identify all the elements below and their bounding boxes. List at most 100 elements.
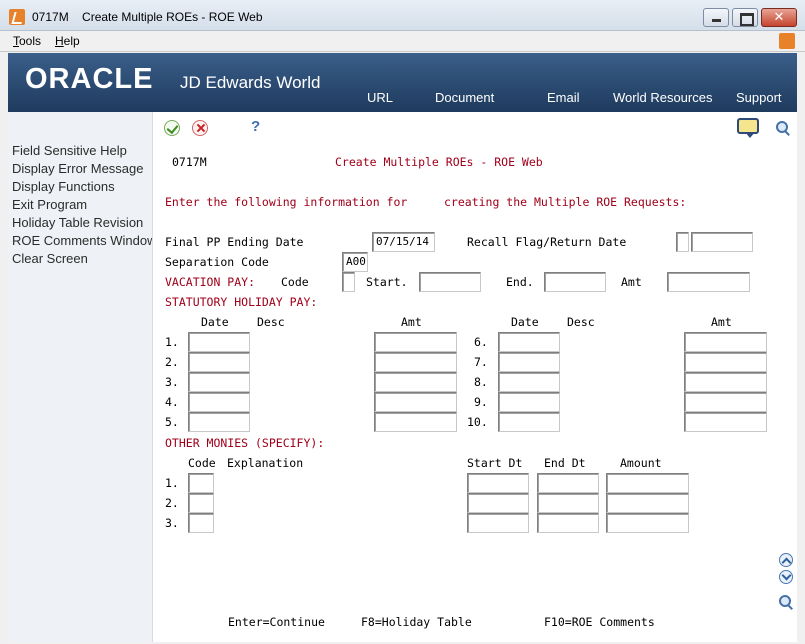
stat-amt-input[interactable] bbox=[374, 392, 457, 412]
stat-amt-header-left: Amt bbox=[401, 315, 422, 329]
stat-date-input[interactable] bbox=[498, 412, 560, 432]
vacation-start-label: Start. bbox=[366, 275, 408, 289]
other-amount-input[interactable] bbox=[606, 493, 689, 513]
other-end-input[interactable] bbox=[537, 493, 599, 513]
stat-date-input[interactable] bbox=[498, 352, 560, 372]
fkey-f8[interactable]: F8=Holiday Table bbox=[361, 615, 472, 629]
stat-amt-input[interactable] bbox=[684, 372, 767, 392]
vacation-amt-input[interactable] bbox=[667, 272, 750, 292]
stat-date-input[interactable] bbox=[188, 372, 250, 392]
menu-bar: Tools Help bbox=[0, 31, 805, 52]
product-name: JD Edwards World bbox=[180, 73, 321, 92]
other-end-input[interactable] bbox=[537, 513, 599, 533]
other-row-label: 3. bbox=[165, 516, 179, 530]
other-end-input[interactable] bbox=[537, 473, 599, 493]
stat-row-label: 2. bbox=[165, 355, 179, 369]
sidebar: Field Sensitive Help Display Error Messa… bbox=[8, 112, 153, 642]
comment-icon[interactable] bbox=[737, 118, 759, 138]
stat-amt-input[interactable] bbox=[374, 332, 457, 352]
stat-row-label: 3. bbox=[165, 375, 179, 389]
stat-date-input[interactable] bbox=[188, 412, 250, 432]
sidebar-item-holiday-table[interactable]: Holiday Table Revision bbox=[12, 215, 143, 230]
stat-row-label: 7. bbox=[474, 355, 488, 369]
other-code-input[interactable] bbox=[188, 473, 214, 493]
vacation-end-label: End. bbox=[506, 275, 534, 289]
other-amount-header: Amount bbox=[620, 456, 662, 470]
stat-amt-input[interactable] bbox=[374, 352, 457, 372]
help-icon[interactable]: ? bbox=[251, 118, 260, 135]
vacation-label: VACATION PAY: bbox=[165, 275, 256, 289]
vacation-start-input[interactable] bbox=[419, 272, 481, 292]
stat-amt-header-right: Amt bbox=[711, 315, 732, 329]
nav-email[interactable]: Email bbox=[547, 90, 580, 105]
sidebar-item-clear-screen[interactable]: Clear Screen bbox=[12, 251, 88, 266]
window-title-bar: 0717M Create Multiple ROEs - ROE Web ✕ bbox=[0, 0, 805, 31]
nav-world-resources[interactable]: World Resources bbox=[613, 90, 712, 105]
nav-support[interactable]: Support bbox=[736, 90, 782, 105]
other-code-input[interactable] bbox=[188, 493, 214, 513]
fkey-f10[interactable]: F10=ROE Comments bbox=[544, 615, 655, 629]
maximize-button[interactable] bbox=[732, 8, 758, 27]
close-button[interactable]: ✕ bbox=[761, 8, 797, 27]
search-icon[interactable] bbox=[776, 121, 790, 135]
page-down-icon[interactable] bbox=[779, 570, 793, 584]
other-code-header: Code bbox=[188, 456, 216, 470]
final-pp-date-input[interactable]: 07/15/14 bbox=[372, 232, 435, 252]
other-start-input[interactable] bbox=[467, 473, 529, 493]
instruction-text-a: Enter the following information for bbox=[165, 195, 408, 209]
recall-flag-input[interactable] bbox=[676, 232, 689, 252]
vacation-end-input[interactable] bbox=[544, 272, 606, 292]
window-title: 0717M Create Multiple ROEs - ROE Web bbox=[32, 10, 263, 24]
sidebar-item-field-help[interactable]: Field Sensitive Help bbox=[12, 143, 127, 158]
stat-row-label: 8. bbox=[474, 375, 488, 389]
app-icon bbox=[9, 9, 25, 25]
nav-document[interactable]: Document bbox=[435, 90, 494, 105]
stat-desc-header-right: Desc bbox=[567, 315, 595, 329]
sidebar-item-error-message[interactable]: Display Error Message bbox=[12, 161, 144, 176]
vacation-code-input[interactable] bbox=[342, 272, 355, 292]
stat-amt-input[interactable] bbox=[374, 372, 457, 392]
statutory-label: STATUTORY HOLIDAY PAY: bbox=[165, 295, 318, 309]
page-up-icon[interactable] bbox=[779, 553, 793, 567]
stat-date-input[interactable] bbox=[498, 392, 560, 412]
sidebar-item-roe-comments[interactable]: ROE Comments Window bbox=[12, 233, 152, 248]
separation-code-input[interactable]: A00 bbox=[342, 252, 368, 272]
other-start-header: Start Dt bbox=[467, 456, 523, 470]
program-id: 0717M bbox=[172, 155, 207, 169]
stat-date-input[interactable] bbox=[498, 332, 560, 352]
other-monies-label: OTHER MONIES (SPECIFY): bbox=[165, 436, 325, 450]
stat-row-label: 9. bbox=[474, 395, 488, 409]
stat-row-label: 10. bbox=[467, 415, 488, 429]
sidebar-item-exit-program[interactable]: Exit Program bbox=[12, 197, 87, 212]
return-date-input[interactable] bbox=[691, 232, 753, 252]
nav-url[interactable]: URL bbox=[367, 90, 393, 105]
other-amount-input[interactable] bbox=[606, 513, 689, 533]
minimize-button[interactable] bbox=[703, 8, 729, 27]
stat-date-input[interactable] bbox=[188, 352, 250, 372]
other-code-input[interactable] bbox=[188, 513, 214, 533]
ok-icon[interactable] bbox=[164, 120, 180, 136]
other-row-label: 2. bbox=[165, 496, 179, 510]
oracle-help-icon[interactable] bbox=[779, 33, 795, 49]
close-icon: ✕ bbox=[773, 10, 785, 25]
stat-amt-input[interactable] bbox=[684, 412, 767, 432]
other-start-input[interactable] bbox=[467, 493, 529, 513]
zoom-icon[interactable] bbox=[779, 595, 793, 609]
stat-amt-input[interactable] bbox=[684, 352, 767, 372]
stat-date-header-left: Date bbox=[201, 315, 229, 329]
menu-tools[interactable]: Tools bbox=[13, 34, 41, 48]
other-start-input[interactable] bbox=[467, 513, 529, 533]
stat-date-input[interactable] bbox=[498, 372, 560, 392]
cancel-icon[interactable] bbox=[192, 120, 208, 136]
menu-help[interactable]: Help bbox=[55, 34, 80, 48]
fkey-enter[interactable]: Enter=Continue bbox=[228, 615, 325, 629]
stat-amt-input[interactable] bbox=[684, 332, 767, 352]
stat-amt-input[interactable] bbox=[374, 412, 457, 432]
final-pp-label: Final PP Ending Date bbox=[165, 235, 304, 249]
stat-date-input[interactable] bbox=[188, 332, 250, 352]
sidebar-item-display-functions[interactable]: Display Functions bbox=[12, 179, 115, 194]
stat-date-input[interactable] bbox=[188, 392, 250, 412]
stat-amt-input[interactable] bbox=[684, 392, 767, 412]
other-amount-input[interactable] bbox=[606, 473, 689, 493]
stat-row-label: 5. bbox=[165, 415, 179, 429]
